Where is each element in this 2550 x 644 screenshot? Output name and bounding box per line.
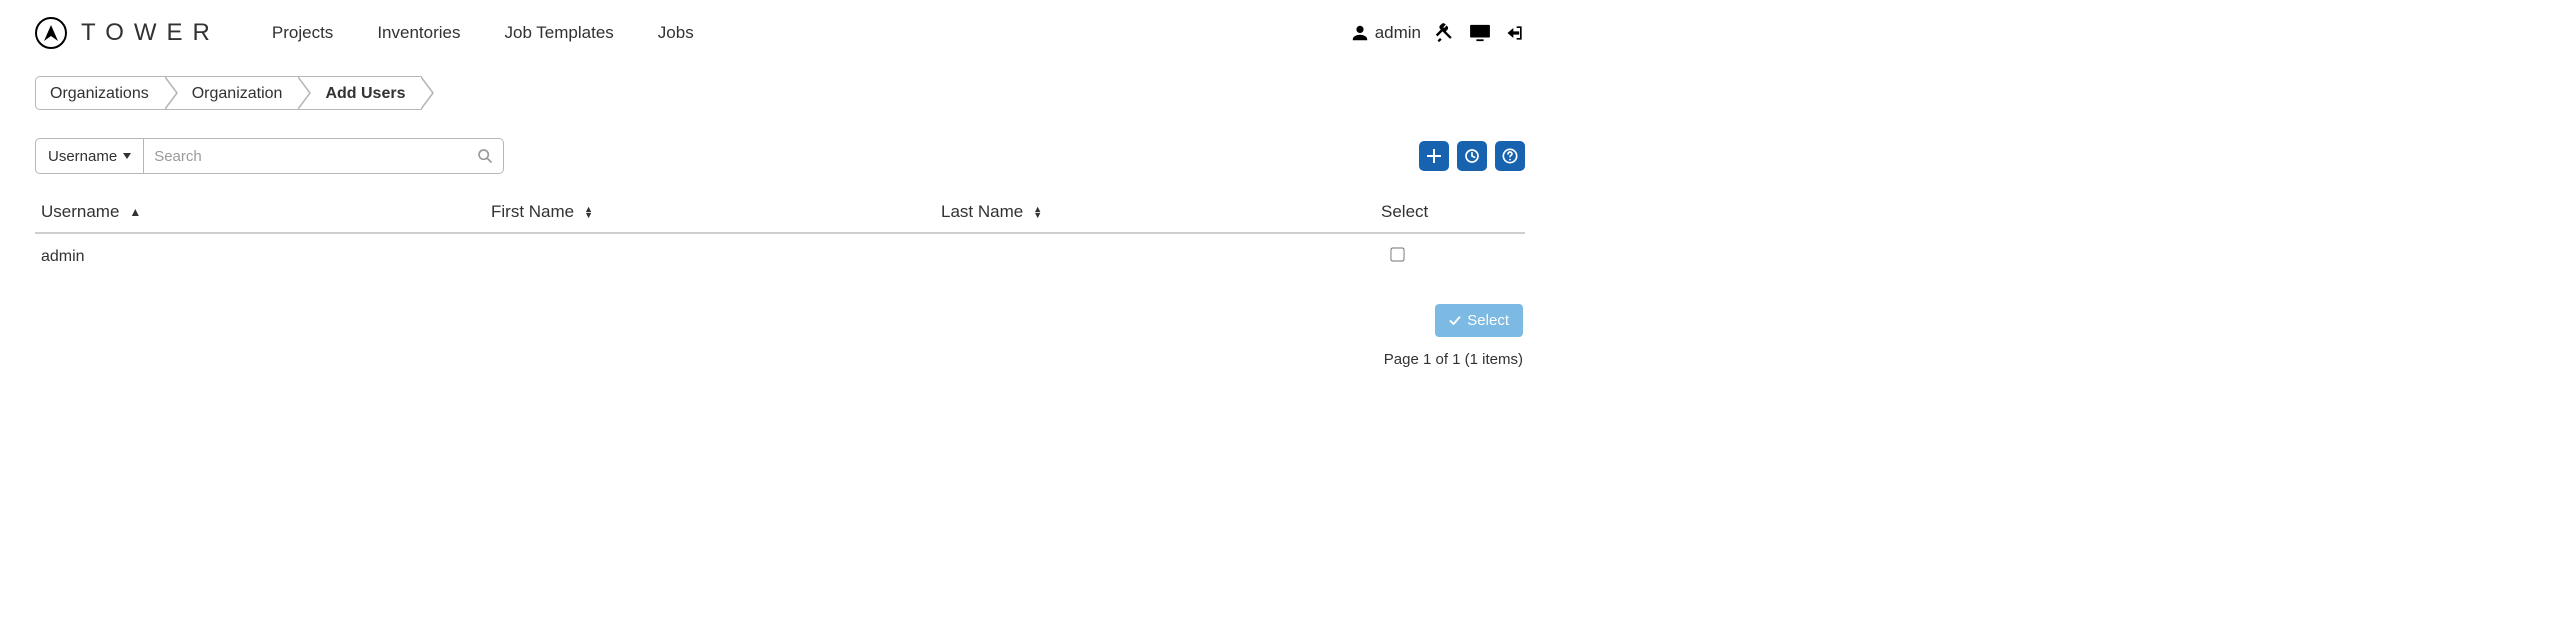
breadcrumb-organization[interactable]: Organization [165,76,300,110]
nav-inventories[interactable]: Inventories [377,23,460,43]
brand-title: TOWER [81,19,220,47]
check-icon [1449,315,1461,327]
breadcrumb: Organizations Organization Add Users [35,76,1525,110]
search-icon[interactable] [477,148,493,164]
question-icon [1502,148,1518,164]
user-icon [1351,24,1369,42]
nav-jobs[interactable]: Jobs [658,23,694,43]
page-info: Page 1 of 1 (1 items) [1384,351,1523,368]
col-header-first-name[interactable]: First Name ▲▼ [491,202,941,222]
nav-projects[interactable]: Projects [272,23,333,43]
col-header-select: Select [1381,202,1519,222]
clock-icon [1464,148,1480,164]
current-user-name: admin [1375,23,1421,43]
sort-icon: ▲▼ [584,206,593,218]
select-button[interactable]: Select [1435,304,1523,337]
cell-username: admin [41,248,491,266]
caret-down-icon [123,153,131,159]
col-header-username[interactable]: Username ▲ [41,202,491,222]
main-nav: Projects Inventories Job Templates Jobs [272,23,694,43]
search-input[interactable] [154,139,477,173]
table-row: admin [35,234,1525,284]
cell-last-name [941,248,1381,266]
sort-icon: ▲▼ [1033,206,1042,218]
search-wrap [144,138,504,174]
logout-icon[interactable] [1505,23,1525,43]
breadcrumb-add-users[interactable]: Add Users [298,76,422,110]
setup-icon[interactable] [1435,23,1455,43]
current-user[interactable]: admin [1351,23,1421,43]
plus-icon [1426,148,1442,164]
activity-stream-button[interactable] [1457,141,1487,171]
cell-first-name [491,248,941,266]
sort-asc-icon: ▲ [129,208,141,216]
nav-job-templates[interactable]: Job Templates [504,23,613,43]
col-header-last-name[interactable]: Last Name ▲▼ [941,202,1381,222]
portal-icon[interactable] [1469,24,1491,42]
brand-logo [35,17,67,49]
brand-a-icon [43,24,59,42]
filter-field-dropdown[interactable]: Username [35,138,144,174]
help-button[interactable] [1495,141,1525,171]
row-select-checkbox[interactable] [1390,247,1404,261]
filter-field-label: Username [48,148,117,165]
add-button[interactable] [1419,141,1449,171]
breadcrumb-organizations[interactable]: Organizations [35,76,166,110]
